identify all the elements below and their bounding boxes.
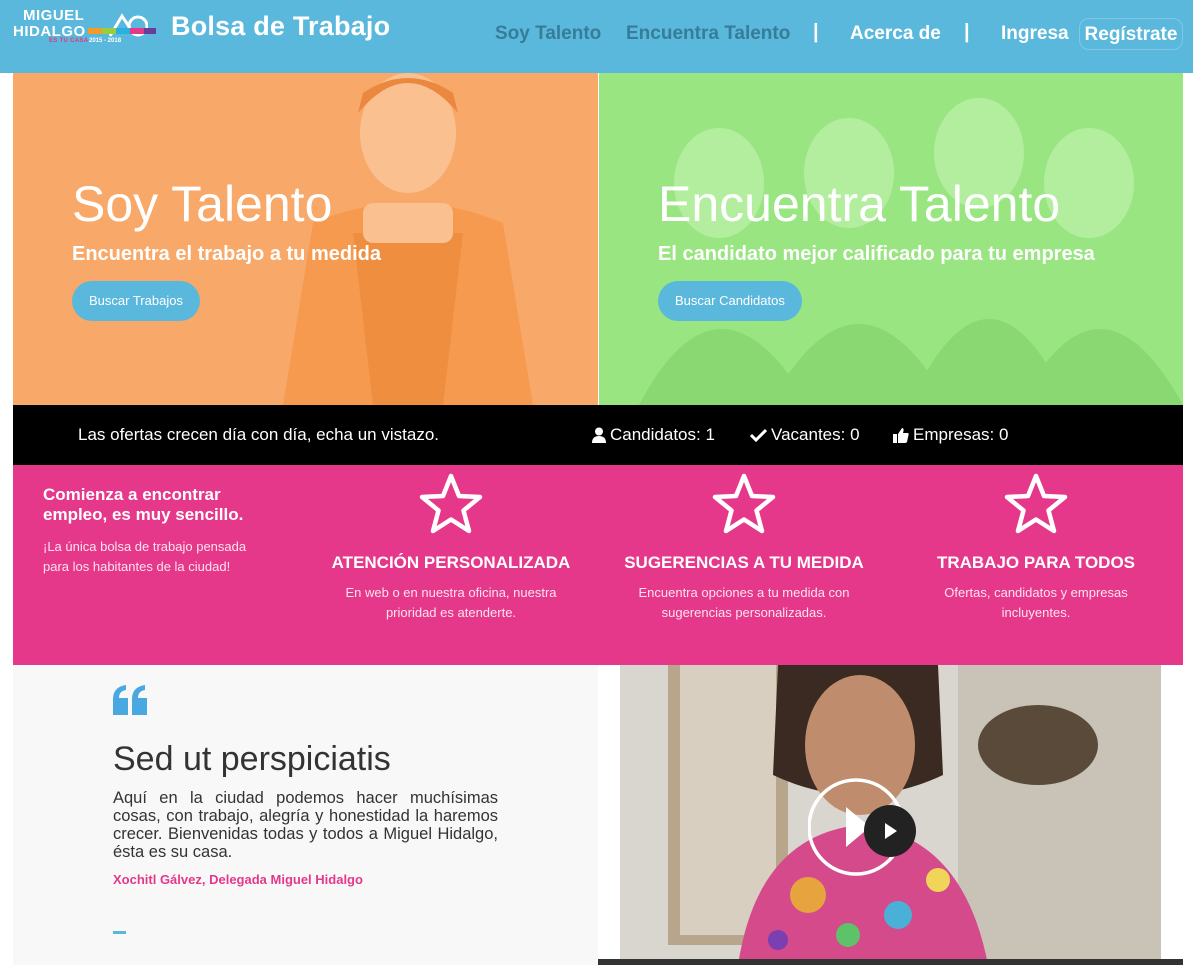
- nav-separator: |: [813, 21, 819, 43]
- search-candidates-button[interactable]: Buscar Candidatos: [658, 281, 802, 321]
- play-button-icon[interactable]: [808, 777, 920, 879]
- feature-title: SUGERENCIAS A TU MEDIDA: [624, 553, 864, 572]
- worker-photo: [13, 73, 598, 405]
- star-outline-icon: [712, 473, 776, 534]
- quote-left-icon: [113, 685, 147, 715]
- slider-indicator[interactable]: [113, 931, 126, 934]
- nav-link-acerca-de[interactable]: Acerca de: [850, 23, 941, 45]
- candidates-count: Candidatos: 1: [610, 425, 715, 444]
- feature-title: ATENCIÓN PERSONALIZADA: [331, 553, 571, 572]
- feature-title: TRABAJO PARA TODOS: [936, 553, 1136, 572]
- hero-soy-talento: Soy Talento Encuentra el trabajo a tu me…: [13, 73, 598, 405]
- hero-right-title: Encuentra Talento: [658, 176, 1061, 232]
- miguel-hidalgo-logo[interactable]: MIGUEL HIDALGO ES TU CASA 2015 - 2018: [13, 8, 163, 48]
- search-jobs-button[interactable]: Buscar Trabajos: [72, 281, 200, 321]
- features-intro-text: ¡La única bolsa de trabajo pensada para …: [43, 539, 247, 574]
- video-control-bar[interactable]: [598, 959, 1183, 965]
- logo-text: MIGUEL HIDALGO: [13, 7, 86, 40]
- features-section: Comienza a encontrar empleo, es muy senc…: [13, 465, 1183, 665]
- logo-years: 2015 - 2018: [89, 38, 122, 44]
- logo-slogan: ES TU CASA: [49, 38, 89, 44]
- group-photo: [599, 73, 1183, 405]
- features-intro-title: Comienza a encontrar empleo, es muy senc…: [43, 485, 244, 524]
- check-icon: [750, 428, 767, 442]
- vacancies-count: Vacantes: 0: [771, 425, 860, 444]
- companies-stat: Empresas: 0: [893, 425, 1008, 445]
- companies-count: Empresas: 0: [913, 425, 1009, 444]
- hero-left-title: Soy Talento: [72, 176, 333, 232]
- feature-text: Encuentra opciones a tu medida con suger…: [638, 585, 850, 620]
- testimonial-text: Aquí en la ciudad podemos hacer muchísim…: [113, 789, 498, 861]
- feature-item: SUGERENCIAS A TU MEDIDA Encuentra opcion…: [624, 473, 864, 623]
- hero-left-subtitle: Encuentra el trabajo a tu medida: [72, 243, 381, 265]
- brand-title[interactable]: Bolsa de Trabajo: [171, 11, 390, 42]
- nav-link-soy-talento[interactable]: Soy Talento: [495, 23, 601, 45]
- nav-link-encuentra-talento[interactable]: Encuentra Talento: [626, 23, 790, 45]
- nav-link-ingresa[interactable]: Ingresa: [1001, 23, 1069, 45]
- feature-item: TRABAJO PARA TODOS Ofertas, candidatos y…: [916, 473, 1156, 623]
- video-player[interactable]: [598, 665, 1183, 965]
- register-button[interactable]: Regístrate: [1079, 18, 1183, 50]
- thumbs-up-icon: [893, 428, 909, 443]
- stats-tagline: Las ofertas crecen día con día, echa un …: [78, 425, 439, 444]
- nav-separator: |: [964, 21, 970, 43]
- testimonial-heading: Sed ut perspiciatis: [113, 740, 391, 778]
- logo-color-stripes-icon: [88, 28, 156, 34]
- top-navbar: MIGUEL HIDALGO ES TU CASA 2015 - 2018 Bo…: [0, 0, 1193, 73]
- user-icon: [592, 427, 606, 443]
- feature-text: En web o en nuestra oficina, nuestra pri…: [345, 585, 557, 620]
- candidates-stat: Candidatos: 1: [592, 425, 715, 445]
- stats-bar: Las ofertas crecen día con día, echa un …: [13, 405, 1183, 465]
- star-outline-icon: [1004, 473, 1068, 534]
- feature-item: ATENCIÓN PERSONALIZADA En web o en nuest…: [331, 473, 571, 623]
- hero-right-subtitle: El candidato mejor calificado para tu em…: [658, 243, 1095, 265]
- feature-text: Ofertas, candidatos y empresas incluyent…: [944, 585, 1128, 620]
- star-outline-icon: [419, 473, 483, 534]
- testimonial-section: Sed ut perspiciatis Aquí en la ciudad po…: [13, 665, 598, 965]
- hero-encuentra-talento: Encuentra Talento El candidato mejor cal…: [599, 73, 1183, 405]
- testimonial-author: Xochitl Gálvez, Delegada Miguel Hidalgo: [113, 872, 363, 887]
- vacancies-stat: Vacantes: 0: [750, 425, 860, 445]
